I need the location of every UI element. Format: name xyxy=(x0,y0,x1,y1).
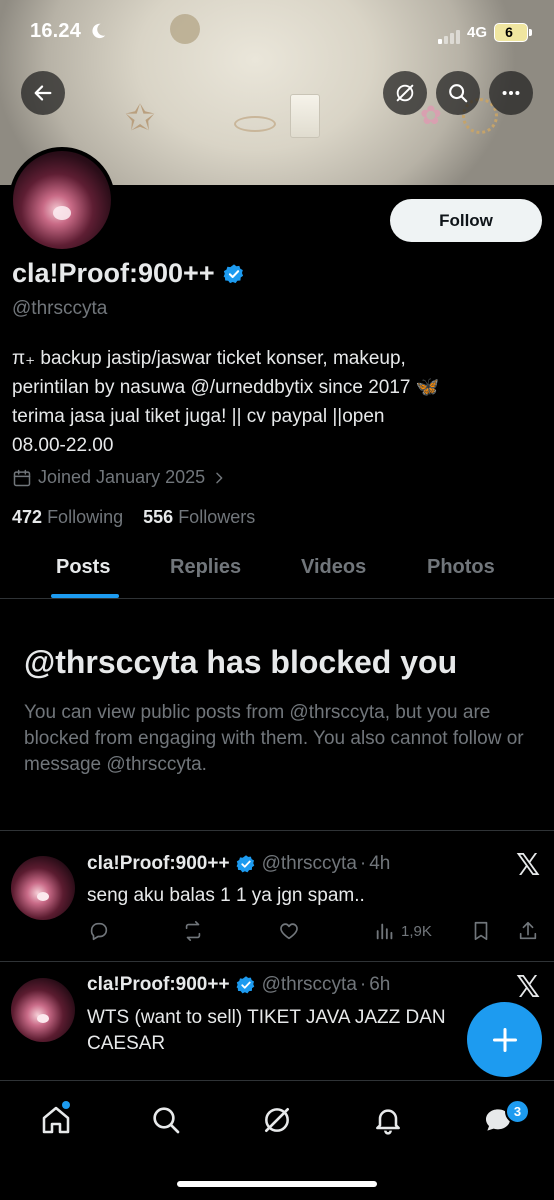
post-text-line: CAESAR xyxy=(87,1033,166,1054)
following-label: Following xyxy=(47,507,124,527)
chevron-right-icon xyxy=(216,472,223,483)
signal-icon xyxy=(438,26,462,44)
grok-icon[interactable] xyxy=(261,1104,293,1136)
grok-button[interactable] xyxy=(383,71,427,115)
bio-line: perintilan by nasuwa @/urneddbytix since… xyxy=(12,377,440,398)
tab-replies[interactable]: Replies xyxy=(170,556,241,579)
blocked-title: @thrsccyta has blocked you xyxy=(24,644,458,680)
profile-avatar[interactable] xyxy=(9,147,115,253)
bio-line: π₊ backup jastip/jaswar ticket konser, m… xyxy=(12,348,406,369)
plus-icon xyxy=(492,1027,517,1052)
search-icon xyxy=(449,84,468,103)
grok-icon xyxy=(396,84,414,102)
followers-count: 556 xyxy=(143,507,174,527)
network-label: 4G xyxy=(467,24,488,41)
post-author-name: cla!Proof:900++ xyxy=(87,853,230,874)
more-button[interactable] xyxy=(489,71,533,115)
calendar-icon xyxy=(13,469,31,486)
followers-label: Followers xyxy=(178,507,256,527)
post-time: 4h xyxy=(369,853,391,874)
bio-line: terima jasa jual tiket juga! || cv paypa… xyxy=(12,406,385,427)
like-icon xyxy=(280,923,298,940)
reply-icon xyxy=(90,922,108,941)
tab-posts[interactable]: Posts xyxy=(56,556,110,579)
following-count: 472 xyxy=(12,507,43,527)
post-divider xyxy=(0,961,554,962)
home-indicator xyxy=(177,1181,377,1187)
notifications-icon[interactable] xyxy=(372,1104,404,1136)
post-text: WTS (want to sell) TIKET JAVA JAZZ DAN C… xyxy=(87,1005,487,1057)
repost-icon xyxy=(185,921,201,941)
post-avatar[interactable] xyxy=(11,978,75,1042)
reply-button[interactable] xyxy=(88,920,110,942)
post-text: seng aku balas 1 1 ya jgn spam.. xyxy=(87,885,365,906)
more-icon xyxy=(502,90,520,96)
display-name: cla!Proof:900++ xyxy=(12,258,215,288)
bookmark-icon xyxy=(474,921,488,941)
battery-level: 6 xyxy=(505,24,513,40)
x-logo-icon: 𝕏 xyxy=(516,971,541,1004)
bookmark-button[interactable] xyxy=(470,920,492,942)
post-text-line: WTS (want to sell) TIKET JAVA JAZZ DAN xyxy=(87,1007,446,1028)
battery-cap xyxy=(529,29,532,36)
blocked-message: You can view public posts from @thrsccyt… xyxy=(24,702,524,775)
share-icon xyxy=(519,921,537,940)
bio-line: 08.00-22.00 xyxy=(12,435,114,456)
post-author-handle: @thrsccyta xyxy=(261,853,357,874)
x-logo-icon: 𝕏 xyxy=(516,849,541,882)
post-avatar[interactable] xyxy=(11,856,75,920)
status-time: 16.24 xyxy=(30,20,82,42)
like-button[interactable] xyxy=(278,920,300,942)
verified-badge-icon xyxy=(236,976,254,994)
post-author-handle: @thrsccyta xyxy=(261,974,357,995)
joined-date[interactable]: Joined January 2025 xyxy=(12,467,227,488)
compose-button[interactable] xyxy=(467,1002,542,1077)
back-button[interactable] xyxy=(21,71,65,115)
verified-badge-icon xyxy=(236,855,254,873)
views-button[interactable]: 1,9K xyxy=(374,920,432,942)
banner-glass-decoration xyxy=(290,94,320,138)
home-unread-dot xyxy=(62,1101,70,1109)
banner-flower-decoration: ✿ xyxy=(420,100,442,130)
separator-dot: · xyxy=(359,974,367,995)
status-bar: 16.24 4G 6 xyxy=(0,0,554,64)
separator-dot: · xyxy=(359,853,367,874)
tabs-divider xyxy=(0,598,554,599)
joined-label: Joined January 2025 xyxy=(38,467,206,487)
search-button[interactable] xyxy=(436,71,480,115)
views-count: 1,9K xyxy=(401,922,432,940)
profile-handle: @thrsccyta xyxy=(12,298,108,319)
post-time: 6h xyxy=(369,974,391,995)
following-link[interactable]: 472 Following xyxy=(12,507,123,527)
messages-badge: 3 xyxy=(505,1099,530,1124)
post-author-name: cla!Proof:900++ xyxy=(87,974,230,995)
repost-button[interactable] xyxy=(182,920,204,942)
tab-photos[interactable]: Photos xyxy=(427,556,495,579)
back-arrow-icon xyxy=(34,85,52,101)
verified-badge-icon[interactable] xyxy=(223,263,245,285)
views-icon xyxy=(376,923,393,940)
share-button[interactable] xyxy=(517,920,539,942)
tab-videos[interactable]: Videos xyxy=(301,556,366,579)
followers-link[interactable]: 556 Followers xyxy=(143,507,255,527)
banner-ring-decoration xyxy=(234,116,276,132)
post-header: cla!Proof:900++ @thrsccyta · 6h xyxy=(87,974,390,996)
profile-bio: π₊ backup jastip/jaswar ticket konser, m… xyxy=(12,344,532,460)
follow-stats: 472 Following 556 Followers xyxy=(12,507,255,528)
profile-name-row: cla!Proof:900++ xyxy=(12,258,245,289)
follow-button[interactable]: Follow xyxy=(390,199,542,242)
search-icon[interactable] xyxy=(150,1104,182,1136)
post-header: cla!Proof:900++ @thrsccyta · 4h xyxy=(87,853,390,875)
moon-icon xyxy=(92,23,106,39)
section-divider xyxy=(0,830,554,831)
banner-star-decoration: ✩ xyxy=(125,97,156,138)
